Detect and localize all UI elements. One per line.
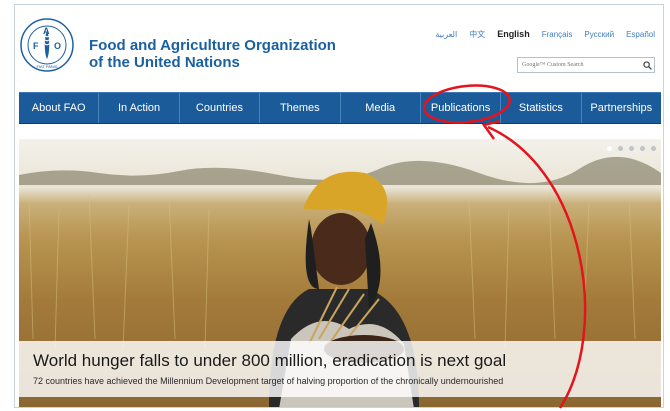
logo-letter-f: F <box>33 41 39 51</box>
slide-indicators <box>606 145 657 152</box>
fao-logo[interactable]: F A O FIAT PANIS <box>19 17 75 73</box>
organization-name[interactable]: Food and Agriculture Organization of the… <box>89 37 336 71</box>
logo-letter-o: O <box>54 41 61 51</box>
lang-english[interactable]: English <box>497 29 530 39</box>
hero-caption[interactable]: World hunger falls to under 800 million,… <box>19 341 661 397</box>
main-navigation: About FAO In Action Countries Themes Med… <box>19 92 661 124</box>
nav-statistics[interactable]: Statistics <box>501 93 582 123</box>
hero-slideshow[interactable]: World hunger falls to under 800 million,… <box>19 139 661 407</box>
search-input[interactable] <box>518 59 640 71</box>
nav-themes[interactable]: Themes <box>260 93 341 123</box>
slide-dot-3[interactable] <box>628 145 635 152</box>
lang-spanish[interactable]: Español <box>626 30 655 39</box>
org-name-line2: of the United Nations <box>89 54 240 71</box>
nav-publications[interactable]: Publications <box>421 93 502 123</box>
hero-subline: 72 countries have achieved the Millenniu… <box>33 376 504 386</box>
lang-russian[interactable]: Русский <box>584 30 614 39</box>
slide-dot-1[interactable] <box>606 145 613 152</box>
nav-about-fao[interactable]: About FAO <box>19 93 100 123</box>
browser-page: F A O FIAT PANIS Food and Agriculture Or… <box>14 4 664 408</box>
slide-dot-5[interactable] <box>650 145 657 152</box>
hero-headline[interactable]: World hunger falls to under 800 million,… <box>33 351 506 371</box>
language-selector: العربية 中文 English Français Русский Espa… <box>435 29 655 40</box>
nav-partnerships[interactable]: Partnerships <box>582 93 661 123</box>
slide-dot-2[interactable] <box>617 145 624 152</box>
search-box <box>517 57 655 73</box>
lang-french[interactable]: Français <box>542 30 573 39</box>
search-icon[interactable] <box>640 58 654 72</box>
org-name-line1: Food and Agriculture Organization <box>89 37 336 54</box>
nav-media[interactable]: Media <box>341 93 421 123</box>
nav-countries[interactable]: Countries <box>180 93 261 123</box>
slide-dot-4[interactable] <box>639 145 646 152</box>
lang-arabic[interactable]: العربية <box>435 30 457 39</box>
logo-motto: FIAT PANIS <box>36 64 57 69</box>
logo-letter-a: A <box>43 26 50 36</box>
nav-in-action[interactable]: In Action <box>99 93 180 123</box>
lang-chinese[interactable]: 中文 <box>469 29 485 40</box>
